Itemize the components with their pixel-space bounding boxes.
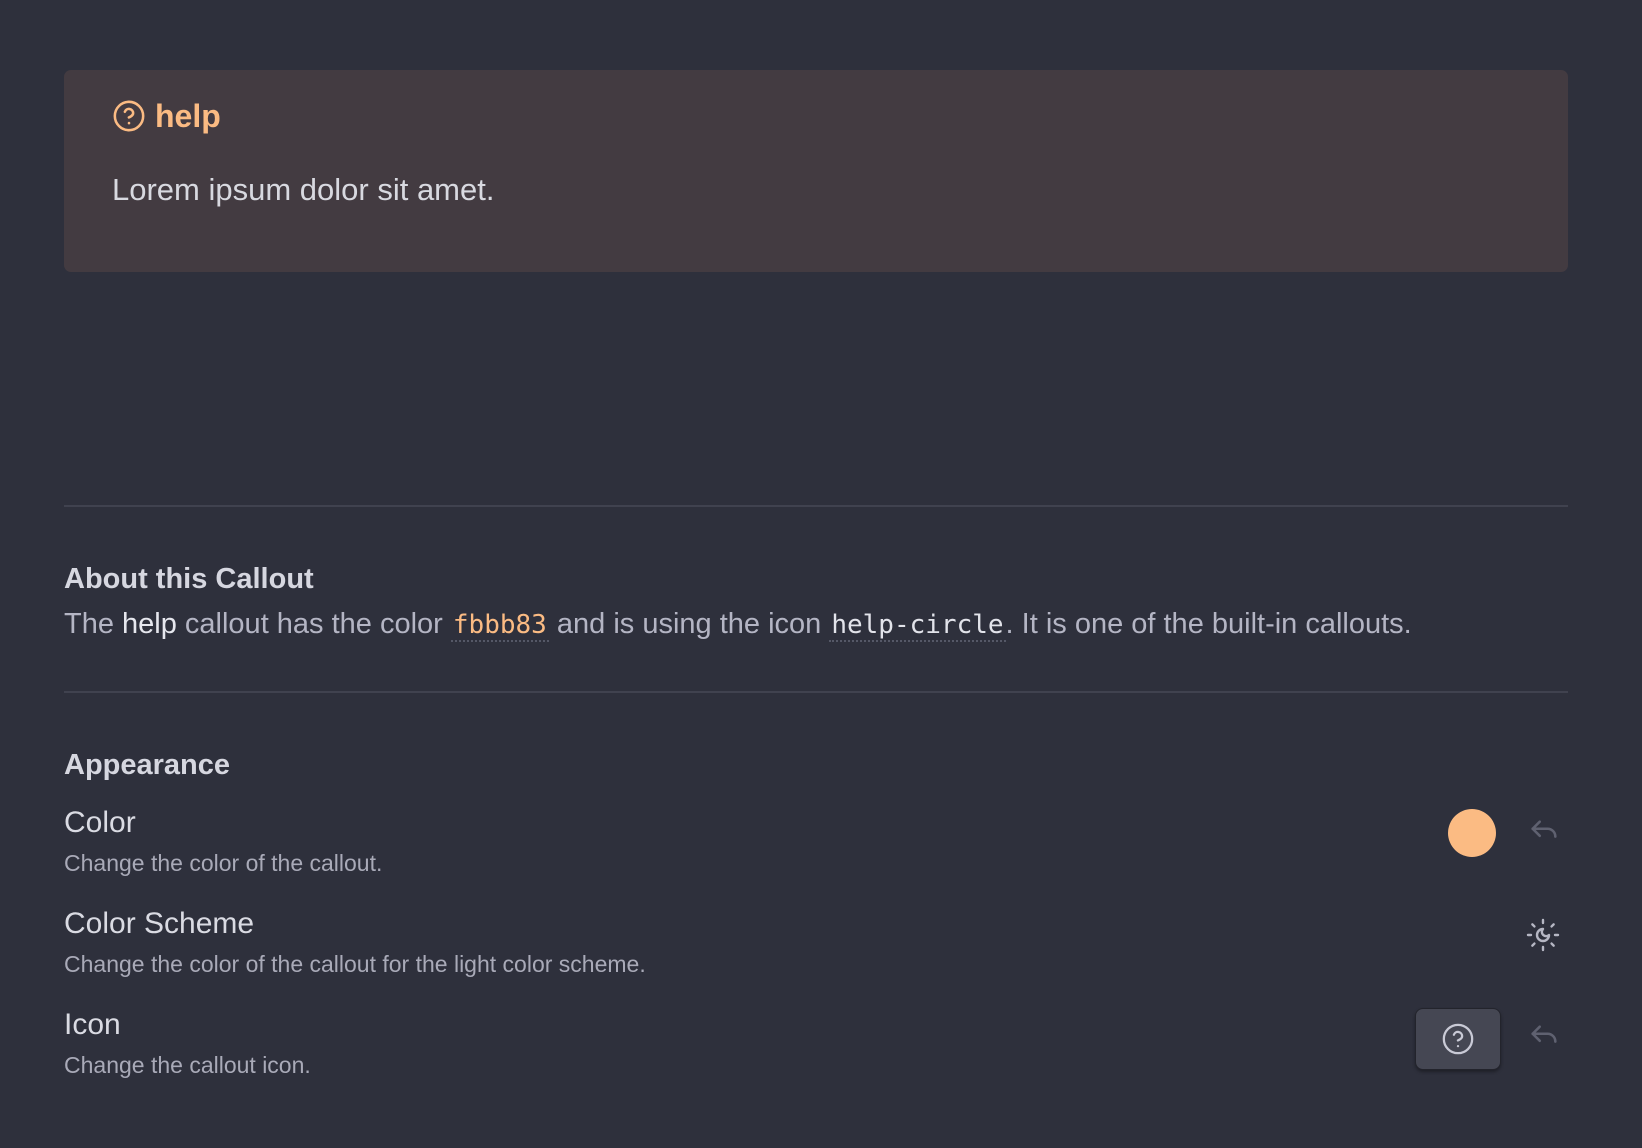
setting-description: Change the color of the callout for the … — [64, 951, 646, 977]
setting-description: Change the callout icon. — [64, 1052, 311, 1078]
help-circle-icon — [1441, 1022, 1475, 1056]
setting-description: Change the color of the callout. — [64, 850, 383, 876]
color-swatch-button[interactable] — [1448, 809, 1496, 857]
about-text-part: and is using the icon — [548, 608, 830, 640]
about-text-part: . It is one of the built-in callouts. — [1005, 608, 1412, 640]
setting-name: Color — [64, 806, 136, 839]
appearance-heading: Appearance — [64, 749, 231, 781]
about-color-code: fbbb83 — [450, 610, 549, 642]
sun-moon-icon[interactable] — [1524, 916, 1562, 954]
about-text-part: callout has the color — [176, 608, 451, 640]
about-icon-code: help-circle — [829, 610, 1006, 642]
about-callout-name: help — [122, 608, 177, 640]
setting-name: Color Scheme — [64, 907, 255, 940]
about-description: The help callout has the color fbbb83 an… — [64, 608, 1568, 642]
setting-color: Color Change the color of the callout. — [64, 804, 1568, 905]
setting-name: Icon — [64, 1008, 121, 1041]
callout-preview: help Lorem ipsum dolor sit amet. — [64, 70, 1568, 272]
callout-title: help — [112, 96, 1520, 136]
icon-picker-button[interactable] — [1415, 1008, 1501, 1070]
callout-settings-page: help Lorem ipsum dolor sit amet. About t… — [64, 70, 1568, 1107]
about-text-part: The — [64, 608, 123, 640]
undo-icon[interactable] — [1526, 1020, 1562, 1056]
divider — [64, 691, 1568, 693]
setting-color-scheme: Color Scheme Change the color of the cal… — [64, 905, 1568, 1006]
undo-icon[interactable] — [1526, 815, 1562, 851]
callout-body-text: Lorem ipsum dolor sit amet. — [112, 172, 495, 207]
divider — [64, 505, 1568, 507]
callout-title-text: help — [155, 97, 221, 134]
setting-icon: Icon Change the callout icon. — [64, 1006, 1568, 1107]
about-heading: About this Callout — [64, 563, 314, 595]
help-circle-icon — [112, 99, 146, 133]
